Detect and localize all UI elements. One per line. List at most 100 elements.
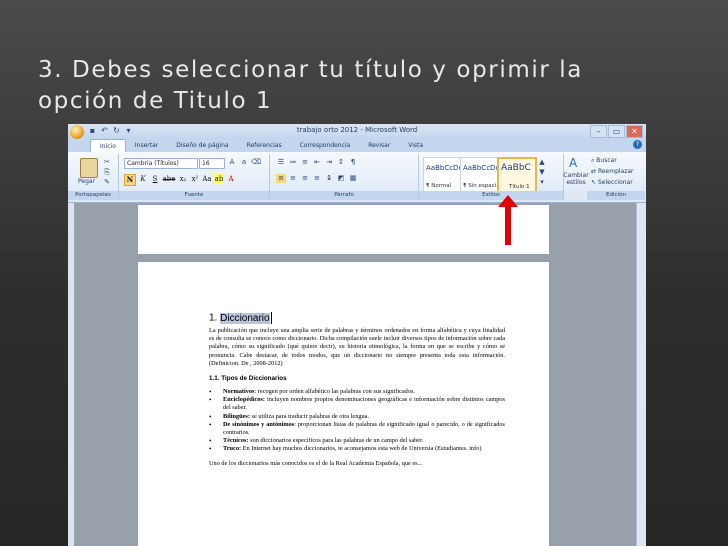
find-label: Buscar bbox=[596, 157, 617, 164]
editing-group-label: Edición bbox=[587, 191, 645, 200]
intro-paragraph: La publicación que incluye una amplia se… bbox=[209, 327, 505, 367]
justify-icon[interactable]: ≡ bbox=[312, 174, 322, 183]
style-normal[interactable]: AaBbCcDc ¶ Normal bbox=[423, 157, 463, 192]
shading-icon[interactable]: ◩ bbox=[336, 174, 346, 183]
tab-correspondencia[interactable]: Correspondencia bbox=[291, 139, 360, 152]
font-format-row: N K S abe x₂ x² Aa ab A bbox=[124, 174, 236, 186]
style-sin-espaciado-label: ¶ Sin espaci... bbox=[463, 183, 502, 189]
page-previous bbox=[138, 205, 549, 254]
slide-title-line-1: 3. Debes seleccionar tu título y oprimir… bbox=[38, 57, 583, 83]
help-icon[interactable]: ? bbox=[633, 140, 642, 149]
tab-diseno-pagina[interactable]: Diseño de página bbox=[167, 139, 237, 152]
change-styles-icon[interactable]: A bbox=[569, 156, 577, 170]
increase-indent-icon[interactable]: ⇥ bbox=[324, 158, 334, 167]
change-styles-button[interactable]: Cambiar estilos bbox=[562, 172, 590, 186]
shrink-font-icon[interactable]: a bbox=[239, 158, 249, 167]
tail-paragraph: Uno de los diccionarios más conocidos es… bbox=[209, 459, 423, 467]
styles-scroll-down-icon[interactable]: ▼ bbox=[537, 168, 547, 177]
slide-title: 3. Debes seleccionar tu título y oprimir… bbox=[38, 55, 718, 117]
decrease-indent-icon[interactable]: ⇤ bbox=[312, 158, 322, 167]
list-item: De sinónimos y antónimos: proporcionan l… bbox=[209, 421, 505, 437]
borders-icon[interactable]: ▦ bbox=[348, 174, 358, 183]
styles-scroll-up-icon[interactable]: ▲ bbox=[537, 158, 547, 167]
strikethrough-button[interactable]: abe bbox=[162, 174, 176, 184]
list-item-term: Truco: bbox=[223, 445, 242, 453]
font-name-field[interactable]: Cambria (Títulos) bbox=[124, 158, 198, 169]
heading-1[interactable]: 1. Diccionario bbox=[209, 312, 505, 324]
font-color-icon[interactable]: A bbox=[226, 174, 236, 184]
ribbon-tabs: Inicio Insertar Diseño de página Referen… bbox=[68, 139, 646, 152]
tab-vista[interactable]: Vista bbox=[399, 139, 432, 152]
select-icon: ↖ bbox=[591, 179, 597, 186]
clipboard-group-label: Portapapeles bbox=[68, 191, 118, 200]
bullets-icon[interactable]: ☰ bbox=[276, 158, 286, 167]
clear-format-icon[interactable]: ⌫ bbox=[251, 158, 261, 167]
style-sin-espaciado-sample: AaBbCcDc bbox=[463, 164, 500, 172]
select-button[interactable]: ↖ Seleccionar bbox=[591, 179, 633, 186]
superscript-icon[interactable]: x² bbox=[190, 174, 200, 184]
list-item-term: Bilingües: bbox=[223, 412, 250, 420]
replace-button[interactable]: ⇄ Reemplazar bbox=[591, 168, 634, 175]
copy-icon[interactable]: ⎘ bbox=[102, 168, 112, 177]
show-marks-icon[interactable]: ¶ bbox=[348, 158, 358, 167]
find-button[interactable]: ⌕ Buscar bbox=[591, 157, 617, 165]
window-controls: – ▭ ✕ bbox=[590, 125, 643, 138]
paste-button[interactable]: Pegar bbox=[78, 178, 95, 185]
subscript-icon[interactable]: x₂ bbox=[178, 174, 188, 184]
style-normal-label: ¶ Normal bbox=[426, 183, 452, 189]
heading-number: 1. bbox=[209, 312, 221, 324]
grow-font-icon[interactable]: A bbox=[227, 158, 237, 167]
cut-icon[interactable]: ✂ bbox=[102, 158, 112, 167]
tab-inicio[interactable]: Inicio bbox=[90, 139, 126, 152]
tipos-list: Normativos: recogen por orden alfabético… bbox=[209, 388, 505, 454]
window-title: trabajo orto 2012 - Microsoft Word bbox=[296, 126, 418, 134]
align-left-icon[interactable]: ≡ bbox=[276, 174, 286, 183]
red-arrow-icon bbox=[498, 195, 518, 245]
list-item-desc: : recogen por orden alfabético las palab… bbox=[254, 388, 415, 396]
font-size-field[interactable]: 16 bbox=[199, 158, 225, 169]
document-body: 1. Diccionario La publicación que incluy… bbox=[209, 312, 505, 468]
font-group-label: Fuente bbox=[119, 191, 269, 200]
style-normal-sample: AaBbCcDc bbox=[426, 164, 463, 172]
vertical-scrollbar[interactable] bbox=[636, 203, 646, 546]
list-item: Técnicos: son diccionarios específicos p… bbox=[209, 437, 505, 445]
sort-icon[interactable]: ↕ bbox=[336, 158, 346, 167]
style-sin-espaciado[interactable]: AaBbCcDc ¶ Sin espaci... bbox=[460, 157, 502, 192]
slide-title-line-2: opción de Titulo 1 bbox=[38, 88, 273, 114]
list-item-term: Técnicos: bbox=[223, 437, 249, 445]
editing-group: ⌕ Buscar ⇄ Reemplazar ↖ Seleccionar Edic… bbox=[587, 154, 645, 200]
numbering-icon[interactable]: ≔ bbox=[288, 158, 298, 167]
list-item: Normativos: recogen por orden alfabético… bbox=[209, 388, 505, 396]
font-group: Cambria (Títulos) 16 A a ⌫ N K S abe x₂ … bbox=[119, 154, 270, 200]
paragraph-group-label: Párrafo bbox=[270, 191, 418, 200]
tab-revisar[interactable]: Revisar bbox=[359, 139, 399, 152]
underline-button[interactable]: S bbox=[150, 174, 160, 184]
tab-insertar[interactable]: Insertar bbox=[126, 139, 167, 152]
list-item-desc: son diccionarios específicos para las pa… bbox=[248, 437, 424, 445]
list-item: Bilingües: se utiliza para traducir pala… bbox=[209, 413, 505, 421]
list-item: Truco: En Internet hay muchos diccionari… bbox=[209, 445, 505, 453]
minimize-button[interactable]: – bbox=[590, 125, 607, 138]
align-center-icon[interactable]: ≡ bbox=[288, 174, 298, 183]
multilevel-list-icon[interactable]: ≡ bbox=[300, 158, 310, 167]
italic-button[interactable]: K bbox=[138, 174, 148, 184]
bold-button[interactable]: N bbox=[124, 174, 136, 186]
highlight-icon[interactable]: ab bbox=[214, 174, 224, 184]
styles-more-icon[interactable]: ▾ bbox=[537, 178, 547, 187]
close-button[interactable]: ✕ bbox=[626, 125, 643, 138]
format-painter-icon[interactable]: ✎ bbox=[102, 178, 112, 187]
heading-selected-text[interactable]: Diccionario bbox=[220, 312, 270, 324]
change-case-icon[interactable]: Aa bbox=[202, 174, 212, 184]
paste-icon[interactable] bbox=[80, 158, 98, 178]
style-titulo-1[interactable]: AaBbC Título 1 bbox=[497, 157, 537, 194]
text-cursor bbox=[270, 312, 272, 324]
replace-label: Reemplazar bbox=[597, 168, 634, 175]
page-current[interactable]: 1. Diccionario La publicación que incluy… bbox=[138, 262, 549, 546]
list-item-term: Normativos bbox=[223, 388, 255, 396]
maximize-button[interactable]: ▭ bbox=[608, 125, 625, 138]
styles-group: AaBbCcDc ¶ Normal AaBbCcDc ¶ Sin espaci.… bbox=[419, 154, 564, 200]
tab-referencias[interactable]: Referencias bbox=[238, 139, 291, 152]
align-right-icon[interactable]: ≡ bbox=[300, 174, 310, 183]
line-spacing-icon[interactable]: ↨ bbox=[324, 174, 334, 183]
vertical-ruler bbox=[68, 203, 74, 546]
